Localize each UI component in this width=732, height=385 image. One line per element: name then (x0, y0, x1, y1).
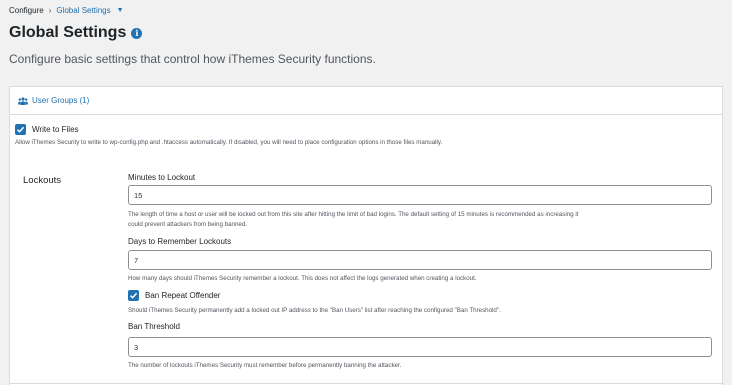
minutes-to-lockout-input[interactable] (128, 185, 712, 205)
checkmark-icon (16, 126, 25, 133)
lockouts-section-label: Lockouts (23, 175, 62, 186)
page-subtitle: Configure basic settings that control ho… (9, 52, 376, 66)
write-to-files-checkbox[interactable] (15, 124, 26, 135)
ban-repeat-offender-description: Should iThemes Security permanently add … (128, 307, 501, 314)
minutes-to-lockout-description-line-1: The length of time a host or user will b… (128, 211, 579, 218)
write-to-files-row: Write to Files (15, 124, 79, 135)
user-groups-label: User Groups (1) (32, 96, 90, 105)
settings-card: User Groups (1) Write to Files Allow iTh… (9, 86, 724, 385)
section-divider (10, 383, 724, 384)
breadcrumb: Configure › Global Settings ▼ (9, 6, 124, 15)
page-title: Global Settings i (9, 24, 143, 42)
minutes-to-lockout-label: Minutes to Lockout (128, 173, 196, 182)
write-to-files-label: Write to Files (32, 125, 79, 134)
ban-repeat-offender-checkbox[interactable] (128, 290, 139, 301)
days-to-remember-description: How many days should iThemes Security re… (128, 275, 477, 282)
page-title-text: Global Settings (9, 24, 127, 41)
breadcrumb-configure-link[interactable]: Configure (9, 6, 44, 15)
write-to-files-description: Allow iThemes Security to write to wp-co… (15, 139, 443, 146)
user-groups-tab[interactable]: User Groups (1) (18, 96, 89, 105)
ban-threshold-input[interactable] (128, 337, 712, 357)
ban-repeat-offender-label: Ban Repeat Offender (145, 291, 221, 300)
checkmark-icon (129, 292, 138, 299)
card-header: User Groups (1) (10, 87, 722, 115)
ban-threshold-description: The number of lockouts iThemes Security … (128, 362, 402, 369)
caret-down-icon[interactable]: ▼ (117, 7, 124, 14)
days-to-remember-label: Days to Remember Lockouts (128, 237, 232, 246)
minutes-to-lockout-description-line-2: could prevent attackers from being banne… (128, 221, 248, 228)
ban-repeat-offender-row: Ban Repeat Offender (128, 290, 220, 301)
user-group-icon (18, 96, 28, 105)
days-to-remember-input[interactable] (128, 250, 712, 270)
info-icon[interactable]: i (131, 27, 143, 39)
breadcrumb-global-settings-link[interactable]: Global Settings (56, 6, 110, 15)
breadcrumb-separator: › (48, 6, 52, 15)
ban-threshold-label: Ban Threshold (128, 322, 180, 331)
